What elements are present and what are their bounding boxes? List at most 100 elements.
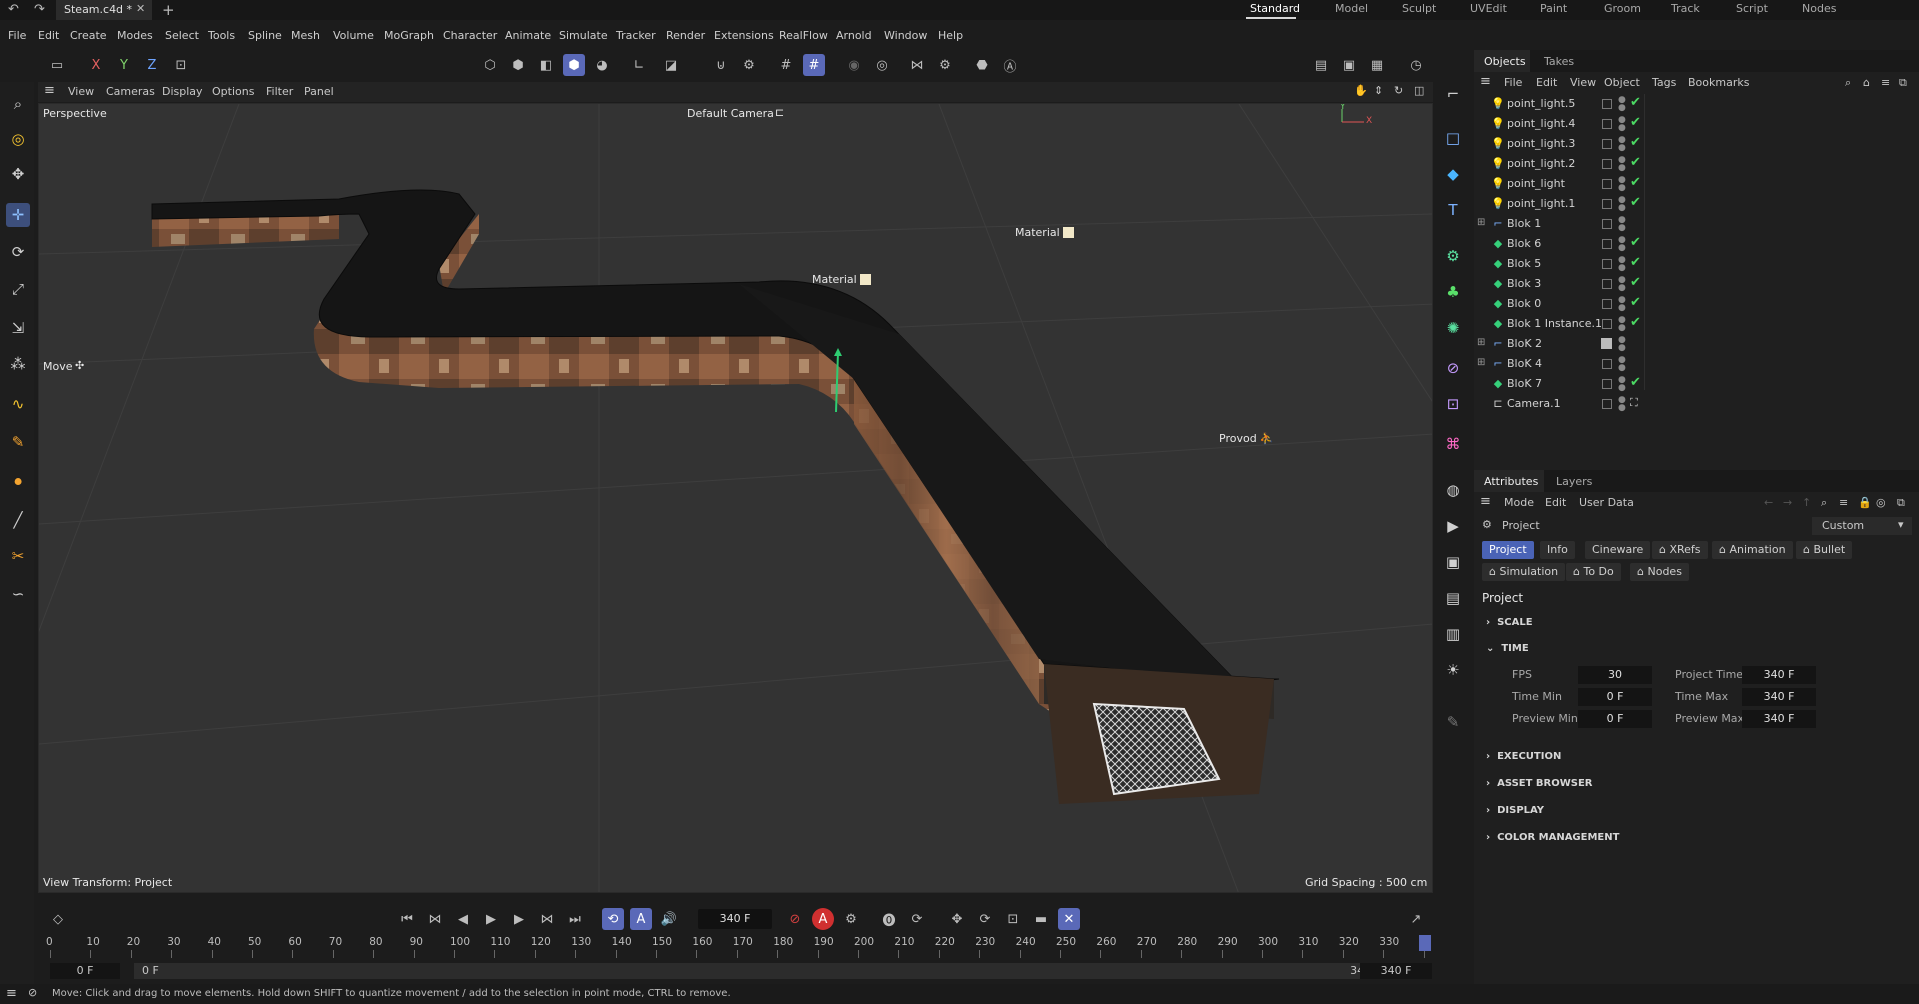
menu-window[interactable]: Window [884, 29, 927, 42]
object-row-point-light-4[interactable]: 💡 point_light.4 ● ● ✔ [1474, 114, 1919, 134]
current-frame-field[interactable]: 340 F [698, 909, 772, 929]
camera-link-icon[interactable]: ⊏ [775, 106, 784, 119]
attributes-menu-mode[interactable]: Mode [1504, 496, 1534, 509]
search-icon[interactable]: ⌕ [1821, 496, 1827, 510]
visibility-editor-icon[interactable] [1602, 379, 1612, 389]
time-max-field[interactable]: 340 F [1742, 688, 1816, 706]
menu-tools[interactable]: Tools [208, 29, 235, 42]
next-key-icon[interactable]: ⋈ [536, 908, 558, 930]
maximize-view-icon[interactable]: ◫ [1414, 84, 1424, 97]
motion-system-icon[interactable]: ▬ [1030, 908, 1052, 930]
menu-mesh[interactable]: Mesh [291, 29, 320, 42]
visibility-editor-icon[interactable] [1602, 139, 1612, 149]
lock-icon[interactable]: 🔒 [1858, 496, 1872, 509]
playhead[interactable] [1419, 935, 1431, 951]
snap-settings-icon[interactable]: ⚙ [738, 54, 760, 76]
enabled-check-icon[interactable]: ✔ [1630, 115, 1641, 130]
character-icon[interactable]: ⌘ [1441, 432, 1465, 456]
chip-simulation[interactable]: ⌂ Simulation [1482, 563, 1566, 581]
go-to-start-icon[interactable]: ⏮ [396, 908, 418, 930]
chip-project[interactable]: Project [1482, 541, 1534, 559]
visibility-editor-icon[interactable] [1602, 279, 1612, 289]
layout-tab-sculpt[interactable]: Sculpt [1402, 2, 1436, 15]
objects-menu-view[interactable]: View [1570, 76, 1596, 89]
key-pla-icon[interactable]: ⊡ [1002, 908, 1024, 930]
knife-tool-icon[interactable]: ✂ [6, 544, 30, 568]
visibility-editor-icon[interactable] [1602, 179, 1612, 189]
chip-bullet[interactable]: ⌂ Bullet [1796, 541, 1853, 559]
pan-view-icon[interactable]: ✋ [1354, 84, 1368, 97]
range-start-field[interactable]: 0 F [50, 963, 120, 979]
menu-render[interactable]: Render [666, 29, 705, 42]
provod-tag[interactable]: Provod ⛹ [1219, 432, 1273, 445]
expand-icon[interactable]: ⊞ [1477, 337, 1485, 348]
preview-min-field[interactable]: 0 F [1578, 710, 1652, 728]
visibility-dots-icon[interactable]: ● ● [1618, 236, 1626, 253]
objects-menu-bookmarks[interactable]: Bookmarks [1688, 76, 1749, 89]
hamburger-icon[interactable]: ≡ [1480, 494, 1491, 509]
spline-sketch-icon[interactable]: ✎ [6, 430, 30, 454]
objects-menu-file[interactable]: File [1504, 76, 1522, 89]
axis-mode-icon[interactable]: ∟ [628, 54, 650, 76]
object-row-point-light-1[interactable]: 💡 point_light.1 ● ● ✔ [1474, 194, 1919, 214]
solo-icon[interactable]: ◎ [871, 54, 893, 76]
layout-tab-paint[interactable]: Paint [1540, 2, 1567, 15]
enabled-check-icon[interactable]: ✔ [1630, 375, 1641, 390]
loop-icon[interactable]: ⟲ [602, 908, 624, 930]
graph-view-icon[interactable]: ↗ [1405, 908, 1427, 930]
text-spline-icon[interactable]: T [1441, 198, 1465, 222]
menu-mograph[interactable]: MoGraph [384, 29, 434, 42]
objects-menu-object[interactable]: Object [1604, 76, 1640, 89]
tweak-tool-icon[interactable]: ✥ [6, 162, 30, 186]
axis-y-toggle[interactable]: Y [113, 54, 135, 76]
viewport-menu-options[interactable]: Options [212, 85, 254, 98]
key-position-icon[interactable]: ⓿ [878, 908, 900, 930]
paint-brush-icon[interactable]: ╱ [6, 508, 30, 532]
effector-icon[interactable]: ✺ [1441, 316, 1465, 340]
section-asset-browser[interactable]: › ASSET BROWSER [1486, 778, 1593, 789]
layout-tab-nodes[interactable]: Nodes [1802, 2, 1836, 15]
object-row-point-light[interactable]: 💡 point_light ● ● ✔ [1474, 174, 1919, 194]
visibility-editor-icon[interactable] [1602, 319, 1612, 329]
menu-tracker[interactable]: Tracker [616, 29, 656, 42]
new-window-icon[interactable]: ⧉ [1899, 76, 1907, 90]
scene-environment-icon[interactable]: ◍ [1441, 478, 1465, 502]
go-to-end-icon[interactable]: ⏭ [564, 908, 586, 930]
visibility-dots-icon[interactable]: ● ● [1618, 256, 1626, 273]
tab-attributes[interactable]: Attributes [1484, 475, 1538, 488]
redo-icon[interactable]: ↷ [34, 0, 45, 20]
key-param-icon[interactable]: ⟳ [974, 908, 996, 930]
rotate-tool-icon[interactable]: ⟳ [6, 240, 30, 264]
tab-layers[interactable]: Layers [1556, 475, 1592, 488]
points-mode-icon[interactable]: ⬡ [479, 54, 501, 76]
timeline-tool-icon[interactable]: ✕ [1058, 908, 1080, 930]
auto-key-icon[interactable]: A [630, 908, 652, 930]
render-settings-icon[interactable]: ◷ [1405, 54, 1427, 76]
viewport-menu-view[interactable]: View [68, 85, 94, 98]
menu-modes[interactable]: Modes [117, 29, 153, 42]
enabled-check-icon[interactable]: ✔ [1630, 175, 1641, 190]
new-tab-button[interactable]: + [162, 0, 175, 20]
layout-tab-track[interactable]: Track [1671, 2, 1700, 15]
enabled-check-icon[interactable]: ✔ [1630, 95, 1641, 110]
keyframe-diamond-icon[interactable]: ◇ [47, 908, 69, 930]
section-execution[interactable]: › EXECUTION [1486, 751, 1561, 762]
move-tool-icon[interactable]: ✛ [6, 203, 30, 227]
expand-icon[interactable]: ⊞ [1477, 217, 1485, 228]
new-window-icon[interactable]: ⧉ [1897, 496, 1905, 510]
polygons-mode-icon[interactable]: ◧ [535, 54, 557, 76]
menu-edit[interactable]: Edit [38, 29, 59, 42]
filter-icon[interactable]: ≡ [1881, 76, 1890, 89]
locked-workplane-icon[interactable]: ◉ [843, 54, 865, 76]
cube-icon[interactable]: ◆ [1441, 162, 1465, 186]
enabled-check-icon[interactable]: ✔ [1630, 135, 1641, 150]
expand-icon[interactable]: ⊞ [1477, 357, 1485, 368]
visibility-dots-icon[interactable]: ● ● [1618, 136, 1626, 153]
tab-objects[interactable]: Objects [1484, 55, 1526, 68]
sculpt-brush-icon[interactable]: ⚫ [6, 470, 30, 494]
object-row-camera-1[interactable]: ⊏ Camera.1 ● ● ⛶ [1474, 394, 1919, 414]
objects-menu-edit[interactable]: Edit [1536, 76, 1557, 89]
hamburger-icon[interactable]: ≡ [6, 986, 17, 1001]
spline-pen-icon[interactable]: ∿ [6, 392, 30, 416]
menu-realflow[interactable]: RealFlow [779, 29, 828, 42]
